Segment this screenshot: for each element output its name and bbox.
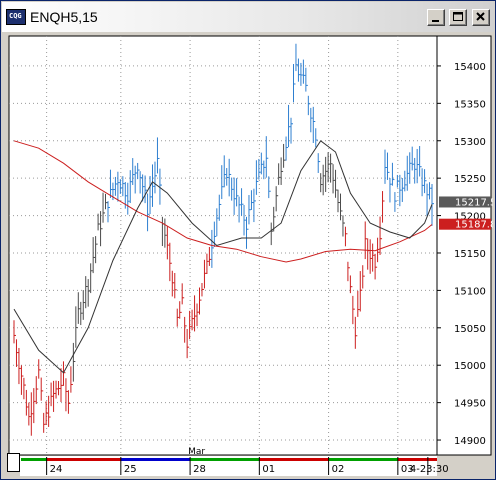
date-tick-label: 25 <box>124 464 137 475</box>
maximize-button[interactable] <box>449 9 467 26</box>
session-color-strip <box>397 458 437 461</box>
price-tick-label: 14900 <box>454 436 486 447</box>
date-tick-label: 02 <box>332 464 345 475</box>
month-label: Mar <box>188 447 205 457</box>
scroll-corner-box[interactable] <box>7 453 20 472</box>
price-tick-label: 15400 <box>454 62 486 73</box>
price-tick-label: 15350 <box>454 99 486 110</box>
window-title: ENQH5,15 <box>30 9 98 25</box>
session-color-strip <box>190 458 260 461</box>
price-tick-label: 15300 <box>454 137 486 148</box>
date-tick-label: 01 <box>262 464 275 475</box>
price-tick-label: 14950 <box>454 399 486 410</box>
date-tick-label: 24 <box>50 464 63 475</box>
ma-value-label: 15187.8 <box>455 220 493 231</box>
minimize-button[interactable] <box>427 9 445 26</box>
app-icon-text: CQG <box>9 12 22 20</box>
price-tick-label: 15150 <box>454 249 486 260</box>
price-tick-label: 15050 <box>454 324 486 335</box>
close-button[interactable] <box>472 9 490 26</box>
session-color-strip <box>21 458 47 461</box>
session-color-strip <box>46 458 121 461</box>
price-tick-label: 15000 <box>454 361 486 372</box>
minimize-icon <box>432 20 439 22</box>
session-color-strip <box>120 458 191 461</box>
close-icon <box>476 12 485 21</box>
price-chart[interactable]: 1540015350153001525015200151501510015050… <box>5 34 493 478</box>
chart-window: CQG ENQH5,15 15400 15350 15300 15250 15200 15… <box>0 0 496 480</box>
maximize-icon <box>453 12 463 21</box>
session-color-strip <box>328 458 398 461</box>
date-tick-label: 28 <box>193 464 206 475</box>
last-price-label: 15217.5 <box>455 197 493 208</box>
price-tick-label: 15100 <box>454 286 486 297</box>
cqg-app-icon[interactable]: CQG <box>6 9 26 25</box>
price-tick-label: 15250 <box>454 174 486 185</box>
date-tick-label: 4-23:30 <box>410 464 449 475</box>
title-bar[interactable]: CQG ENQH5,15 <box>2 2 494 32</box>
session-color-strip <box>259 458 329 461</box>
chart-area[interactable]: 15400 15350 15300 15250 15200 15150 15100 15050… <box>5 34 493 478</box>
